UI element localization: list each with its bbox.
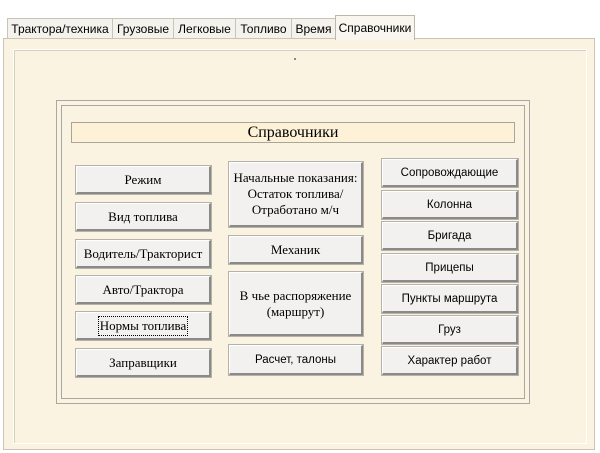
column-button[interactable]: Колонна: [382, 191, 518, 219]
trailers-button[interactable]: Прицепы: [382, 254, 518, 282]
button-label: Прицепы: [425, 261, 474, 274]
tab-label: Топливо: [240, 21, 287, 36]
refuelers-button[interactable]: Заправщики: [76, 349, 211, 377]
marker-dot: [294, 58, 296, 60]
tab-label: Трактора/техника: [11, 21, 109, 36]
button-label: Водитель/Тракторист: [83, 245, 203, 261]
tab-label: Время: [295, 21, 332, 36]
button-label: Сопровождающие: [400, 166, 499, 179]
fuel-type-button[interactable]: Вид топлива: [76, 203, 211, 231]
fuel-norms-button[interactable]: Нормы топлива: [76, 312, 211, 340]
route-points-button[interactable]: Пункты маршрута: [382, 285, 518, 313]
driver-button[interactable]: Водитель/Тракторист: [76, 240, 211, 268]
mechanic-button[interactable]: Механик: [229, 236, 363, 264]
section-title: Справочники: [71, 122, 515, 143]
tab-tractors[interactable]: Трактора/техника: [7, 18, 113, 38]
tab-label: Справочники: [338, 21, 412, 35]
initial-readings-button[interactable]: Начальные показания: Остаток топлива/ От…: [229, 162, 363, 227]
tab-references[interactable]: Справочники: [335, 15, 415, 40]
work-type-button[interactable]: Характер работ: [382, 347, 518, 375]
tab-label: Грузовые: [116, 21, 170, 36]
button-label: Режим: [124, 171, 162, 187]
button-label: В чье распоряжение (маршрут): [239, 287, 352, 319]
escorts-button[interactable]: Сопровождающие: [382, 159, 518, 187]
tab-trucks[interactable]: Грузовые: [112, 18, 174, 38]
tab-time[interactable]: Время: [291, 18, 336, 38]
button-label: Колонна: [426, 198, 473, 211]
vehicles-button[interactable]: Авто/Трактора: [76, 276, 211, 304]
tab-bar: Трактора/техника Грузовые Легковые Топли…: [0, 0, 600, 40]
button-label: Характер работ: [407, 354, 492, 367]
button-label: Авто/Трактора: [102, 281, 184, 297]
button-label: Расчет, талоны: [254, 353, 337, 366]
cargo-button[interactable]: Груз: [382, 316, 518, 344]
button-label: Нормы топлива: [97, 315, 189, 336]
tab-label: Легковые: [178, 21, 231, 36]
button-label: Начальные показания: Остаток топлива/ От…: [233, 170, 358, 217]
section-title-text: Справочники: [247, 123, 339, 141]
tab-fuel[interactable]: Топливо: [235, 18, 292, 38]
assignment-route-button[interactable]: В чье распоряжение (маршрут): [229, 272, 363, 336]
mode-button[interactable]: Режим: [76, 166, 211, 194]
tab-cars[interactable]: Легковые: [173, 18, 236, 38]
button-label: Бригада: [427, 229, 472, 242]
button-label: Заправщики: [109, 354, 177, 370]
calculation-coupons-button[interactable]: Расчет, талоны: [229, 345, 363, 375]
button-label: Груз: [438, 323, 461, 336]
button-label: Вид топлива: [108, 208, 178, 224]
brigade-button[interactable]: Бригада: [382, 222, 518, 250]
button-label: Механик: [270, 241, 321, 257]
button-label: Пункты маршрута: [401, 292, 498, 305]
